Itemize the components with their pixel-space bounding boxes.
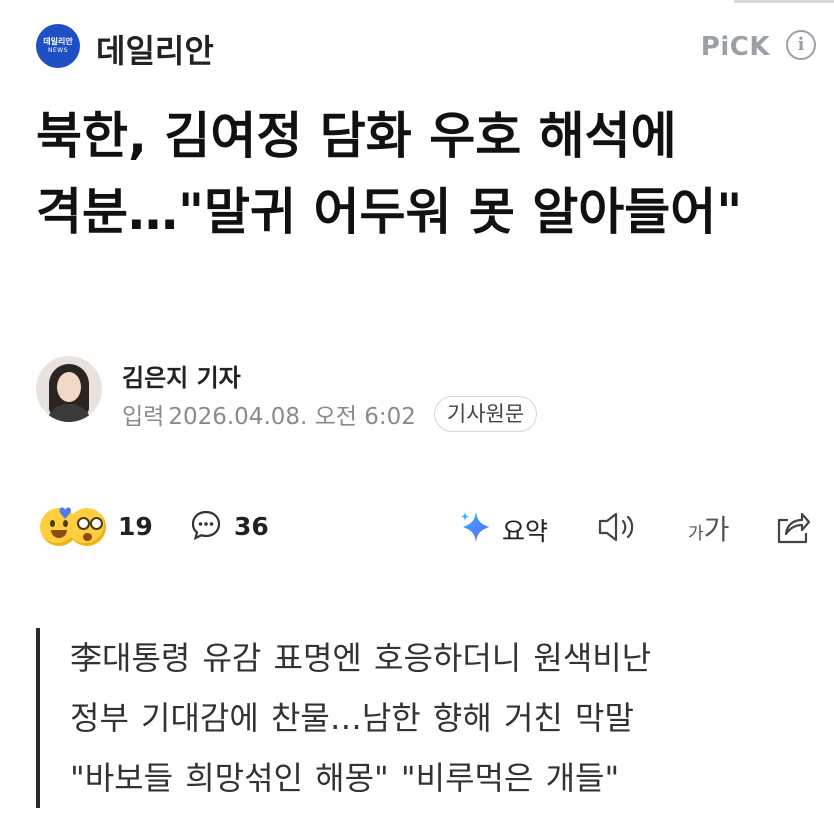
comment-bubble-icon[interactable]	[190, 509, 222, 541]
byline: 김은지 기자 입력 2026.04.08. 오전 6:02 기사원문	[36, 356, 816, 432]
font-size-icon[interactable]: 가가	[688, 508, 729, 548]
pick-badge: PiCK	[700, 32, 770, 62]
summary-button-label[interactable]: 요약	[502, 512, 548, 548]
article-headline: 북한, 김여정 담화 우호 해석에 격분…"말귀 어두워 못 알아들어"	[36, 107, 743, 241]
published-date-row: 입력 2026.04.08. 오전 6:02 기사원문	[122, 396, 538, 432]
subhead-line: 정부 기대감에 찬물…남한 향해 거친 막말	[70, 699, 634, 737]
press-name[interactable]: 데일리안	[96, 26, 214, 72]
logo-text: 데일리안	[43, 37, 73, 46]
emoji-eye	[50, 520, 55, 527]
subhead-line: 李대통령 유감 표명엔 호응하더니 원색비난	[70, 639, 652, 677]
article-subheadline: 李대통령 유감 표명엔 호응하더니 원색비난 정부 기대감에 찬물…남한 향해 …	[36, 628, 816, 808]
press-logo-icon[interactable]: 데일리안 NEWS	[36, 24, 80, 68]
subhead-line: "바보들 희망섞인 해몽" "비루먹은 개들"	[70, 759, 620, 797]
reporter-name[interactable]: 김은지 기자	[122, 358, 241, 393]
font-size-large-label: 가	[703, 513, 730, 546]
article-header: 데일리안 NEWS 데일리안 PiCK i	[36, 24, 816, 70]
avatar-face	[57, 372, 81, 402]
reaction-emoji-icon[interactable]: ♥	[40, 504, 110, 548]
logo-subtext: NEWS	[47, 47, 69, 54]
comment-count[interactable]: 36	[234, 512, 269, 541]
info-icon[interactable]: i	[786, 30, 816, 60]
article-action-bar: ♥ 19 36 요약 가가	[36, 504, 816, 550]
date-value: 2026.04.08. 오전 6:02	[168, 404, 416, 430]
emoji-eye	[77, 517, 90, 530]
surprised-emoji-icon	[68, 508, 106, 546]
emoji-mouth	[51, 530, 67, 538]
date-label: 입력	[122, 404, 165, 430]
speaker-icon[interactable]	[596, 510, 642, 544]
reaction-count[interactable]: 19	[118, 512, 153, 541]
ai-summary-sparkle-icon[interactable]	[458, 509, 494, 545]
font-size-small-label: 가	[688, 524, 704, 544]
original-article-button[interactable]: 기사원문	[433, 396, 538, 432]
emoji-eye	[90, 517, 103, 530]
emoji-mouth	[83, 533, 92, 541]
share-icon[interactable]	[774, 508, 812, 546]
reporter-avatar[interactable]	[36, 356, 102, 422]
top-divider	[734, 0, 834, 3]
